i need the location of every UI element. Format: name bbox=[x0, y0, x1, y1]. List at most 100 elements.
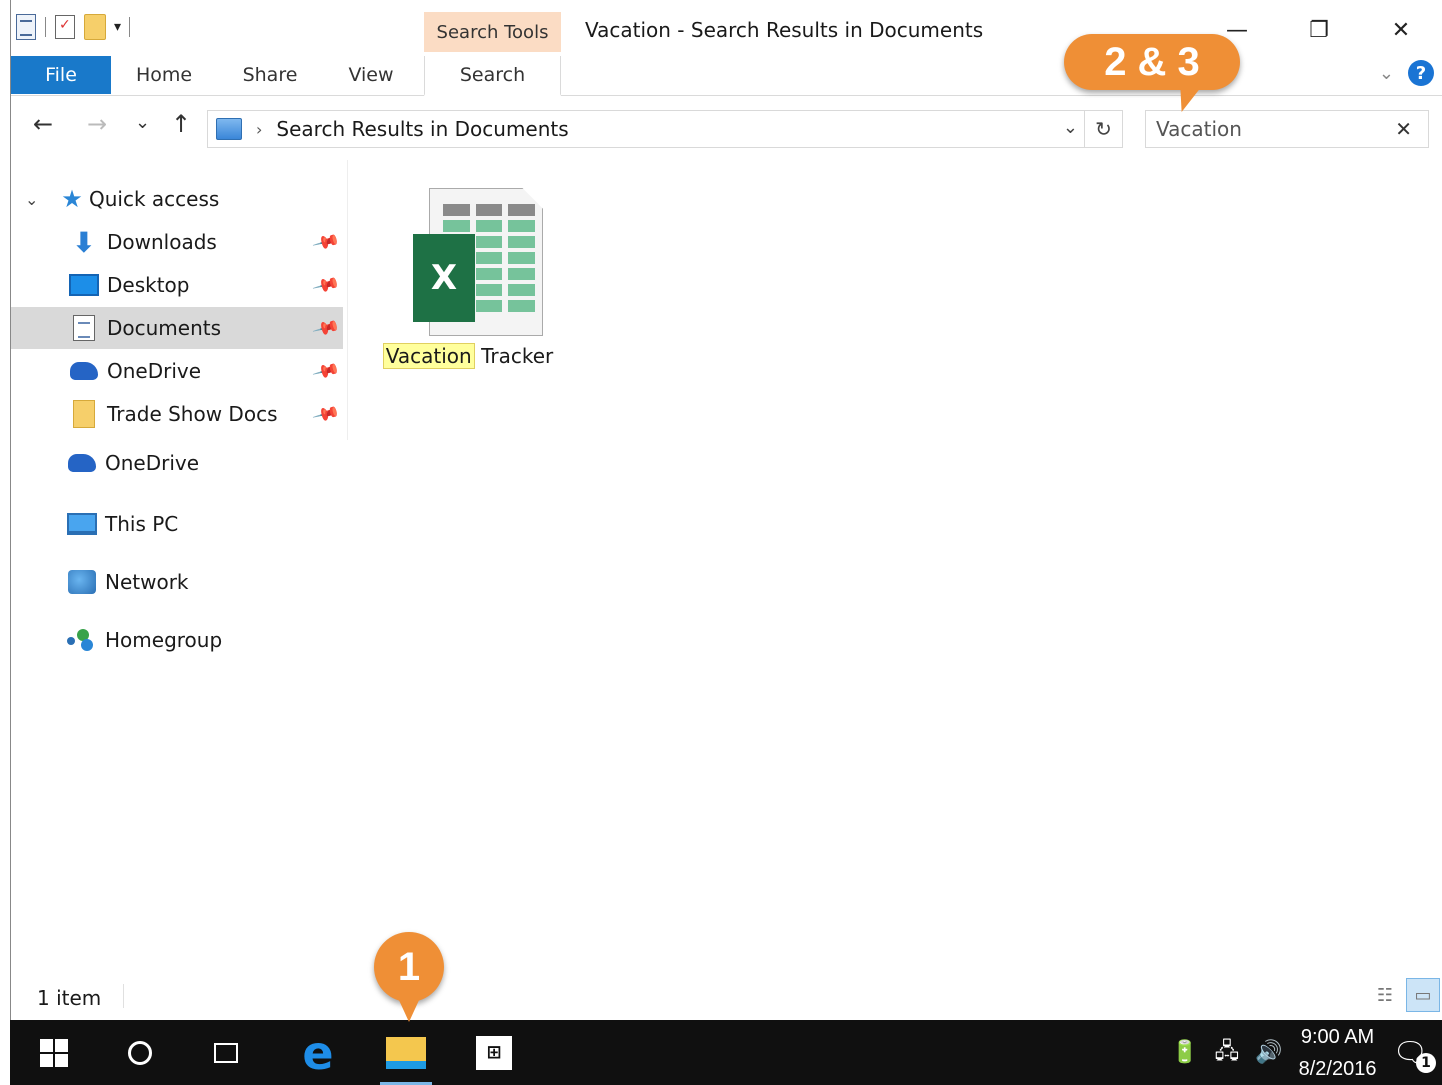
folder-icon bbox=[69, 399, 99, 429]
search-box[interactable]: ✕ bbox=[1145, 110, 1429, 148]
help-icon[interactable]: ? bbox=[1408, 60, 1434, 86]
file-name-rest: Tracker bbox=[474, 344, 554, 368]
nav-item-label: Documents bbox=[107, 316, 222, 340]
breadcrumb-path[interactable]: Search Results in Documents bbox=[276, 117, 568, 141]
pin-icon[interactable]: 📌 bbox=[311, 227, 341, 256]
homegroup-icon bbox=[67, 627, 97, 653]
tab-view[interactable]: View bbox=[341, 56, 401, 94]
nav-item-label: Quick access bbox=[89, 187, 220, 211]
forward-arrow-icon[interactable]: → bbox=[87, 110, 107, 138]
nav-item-documents[interactable]: Documents 📌 bbox=[11, 307, 343, 349]
nav-item-desktop[interactable]: Desktop 📌 bbox=[11, 264, 343, 306]
nav-item-trade-show-docs[interactable]: Trade Show Docs 📌 bbox=[11, 393, 343, 435]
new-folder-icon[interactable] bbox=[84, 14, 106, 40]
excel-badge: X bbox=[413, 234, 475, 322]
file-explorer-window: ▾ Search Tools Vacation - Search Results… bbox=[10, 0, 1442, 1020]
file-explorer-icon bbox=[386, 1036, 426, 1069]
edge-button[interactable]: e bbox=[292, 1020, 344, 1085]
customize-qat-icon[interactable]: ▾ bbox=[114, 19, 121, 35]
nav-item-onedrive-pinned[interactable]: OneDrive 📌 bbox=[11, 350, 343, 392]
tab-search[interactable]: Search bbox=[424, 56, 561, 96]
notification-count-badge: 1 bbox=[1416, 1053, 1436, 1073]
nav-item-label: Downloads bbox=[107, 230, 217, 254]
clock[interactable]: 9:00 AM 8/2/2016 bbox=[1299, 1021, 1377, 1085]
nav-item-network[interactable]: Network bbox=[11, 561, 343, 603]
store-bag-icon: ⊞ bbox=[476, 1035, 512, 1070]
nav-item-label: Desktop bbox=[107, 273, 190, 297]
navigation-bar: ← → ⌄ ↑ › Search Results in Documents ⌄ … bbox=[11, 96, 1442, 156]
nav-item-label: This PC bbox=[105, 512, 179, 536]
task-view-button[interactable] bbox=[200, 1020, 252, 1085]
search-input[interactable] bbox=[1156, 117, 1386, 141]
tab-home[interactable]: Home bbox=[129, 56, 199, 94]
nav-item-homegroup[interactable]: Homegroup bbox=[11, 619, 343, 661]
cortana-circle-icon bbox=[128, 1040, 152, 1065]
cortana-button[interactable] bbox=[114, 1020, 166, 1085]
pin-icon[interactable]: 📌 bbox=[311, 399, 341, 428]
tab-file[interactable]: File bbox=[11, 56, 111, 94]
search-match-highlight: Vacation bbox=[382, 343, 475, 369]
nav-item-label: Trade Show Docs bbox=[107, 402, 278, 426]
navigation-pane: ⌄ ★ Quick access ⬇ Downloads 📌 Desktop 📌… bbox=[11, 160, 347, 980]
network-status-icon[interactable]: 🖧 bbox=[1215, 1034, 1240, 1072]
close-button[interactable]: ✕ bbox=[1360, 10, 1442, 50]
address-dropdown-chevron-icon[interactable]: ⌄ bbox=[1063, 117, 1078, 138]
window-title: Vacation - Search Results in Documents bbox=[585, 18, 984, 42]
large-icons-view-icon[interactable]: ▭ bbox=[1406, 978, 1440, 1012]
nav-item-quick-access[interactable]: ⌄ ★ Quick access bbox=[11, 178, 343, 220]
document-app-icon[interactable] bbox=[15, 14, 37, 40]
recent-locations-chevron-icon[interactable]: ⌄ bbox=[135, 112, 150, 133]
quick-access-star-icon: ★ bbox=[61, 185, 83, 213]
nav-item-downloads[interactable]: ⬇ Downloads 📌 bbox=[11, 221, 343, 263]
refresh-icon[interactable]: ↻ bbox=[1084, 111, 1122, 147]
ribbon-right-controls: ⌄ ? bbox=[1379, 60, 1434, 86]
windows-logo-icon bbox=[40, 1038, 68, 1067]
file-name[interactable]: Vacation Tracker bbox=[382, 343, 554, 369]
clear-search-icon[interactable]: ✕ bbox=[1395, 117, 1412, 141]
clock-date: 8/2/2016 bbox=[1298, 1057, 1377, 1080]
edge-browser-icon: e bbox=[302, 1025, 334, 1080]
nav-item-label: Network bbox=[105, 570, 189, 594]
view-switcher: ☷ ▭ bbox=[1368, 978, 1440, 1012]
nav-item-label: OneDrive bbox=[105, 451, 200, 475]
desktop-icon bbox=[69, 270, 99, 300]
pin-icon[interactable]: 📌 bbox=[311, 313, 341, 342]
store-button[interactable]: ⊞ bbox=[468, 1020, 520, 1085]
nav-item-this-pc[interactable]: This PC bbox=[11, 503, 343, 545]
tab-share[interactable]: Share bbox=[235, 56, 305, 94]
restore-button[interactable]: ❐ bbox=[1278, 10, 1360, 50]
action-center-button[interactable]: 🗨 1 bbox=[1392, 1036, 1436, 1073]
documents-icon bbox=[69, 313, 99, 343]
status-bar: 1 item ☷ ▭ bbox=[11, 976, 1442, 1020]
callout-step-2-3: 2 & 3 bbox=[1064, 34, 1240, 90]
pin-icon[interactable]: 📌 bbox=[311, 356, 341, 385]
breadcrumb-chevron-icon[interactable]: › bbox=[256, 120, 262, 139]
task-view-icon bbox=[214, 1042, 238, 1063]
properties-icon[interactable] bbox=[54, 14, 76, 40]
back-arrow-icon[interactable]: ← bbox=[33, 110, 53, 138]
collapse-chevron-icon[interactable]: ⌄ bbox=[25, 190, 38, 209]
status-separator bbox=[123, 984, 124, 1008]
pc-icon bbox=[67, 509, 97, 539]
download-icon: ⬇ bbox=[72, 225, 96, 259]
qat-separator bbox=[129, 17, 131, 37]
quick-access-toolbar: ▾ bbox=[15, 14, 131, 40]
expand-ribbon-chevron-icon[interactable]: ⌄ bbox=[1379, 63, 1394, 84]
details-view-icon[interactable]: ☷ bbox=[1368, 978, 1402, 1012]
pane-divider bbox=[347, 160, 348, 440]
search-results-location-icon bbox=[216, 118, 242, 140]
start-button[interactable] bbox=[28, 1020, 80, 1085]
file-explorer-taskbar-button[interactable] bbox=[380, 1020, 432, 1085]
up-arrow-icon[interactable]: ↑ bbox=[171, 110, 191, 138]
nav-item-label: Homegroup bbox=[105, 628, 223, 652]
system-tray: 🔋 🖧 🔊 9:00 AM 8/2/2016 🗨 1 bbox=[1171, 1020, 1436, 1085]
power-icon[interactable]: 🔋 bbox=[1171, 1040, 1198, 1065]
volume-icon[interactable]: 🔊 bbox=[1255, 1040, 1282, 1065]
clock-time: 9:00 AM bbox=[1300, 1025, 1375, 1048]
nav-item-onedrive[interactable]: OneDrive bbox=[11, 442, 343, 484]
address-bar[interactable]: › Search Results in Documents ⌄ ↻ bbox=[207, 110, 1123, 148]
network-icon bbox=[67, 567, 97, 597]
nav-item-label: OneDrive bbox=[107, 359, 202, 383]
file-item-vacation-tracker[interactable]: X Vacation Tracker bbox=[382, 180, 554, 369]
pin-icon[interactable]: 📌 bbox=[311, 270, 341, 299]
